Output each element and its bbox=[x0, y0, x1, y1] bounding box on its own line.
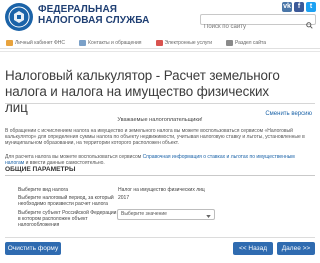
site-name-line1: ФЕДЕРАЛЬНАЯ bbox=[38, 4, 118, 15]
region-label: Выберите субъект Российской Федерации, в… bbox=[18, 210, 118, 228]
nav-item-personal-account[interactable]: Личный кабинет ФНС bbox=[6, 39, 66, 46]
intro-text: В обращении с исчислением налога на имущ… bbox=[5, 128, 305, 146]
greeting-subtitle: Уважаемые налогоплательщики! bbox=[117, 117, 203, 123]
header-divider bbox=[0, 51, 320, 52]
page-title: Налоговый калькулятор - Расчет земельног… bbox=[5, 68, 280, 115]
nav-item-label: Контакты и обращения bbox=[88, 39, 142, 46]
search-icon[interactable] bbox=[306, 16, 313, 34]
site-name-line2: НАЛОГОВАЯ СЛУЖБА bbox=[38, 15, 150, 26]
user-icon bbox=[6, 39, 13, 46]
next-button[interactable]: Далее >> bbox=[277, 242, 315, 255]
social-links: vk f t bbox=[282, 2, 316, 12]
tax-period-value[interactable]: 2017 bbox=[118, 195, 129, 201]
clear-form-button[interactable]: Очистить форму bbox=[5, 242, 61, 255]
chevron-down-icon bbox=[206, 213, 211, 222]
nav-item-label: Личный кабинет ФНС bbox=[15, 39, 66, 46]
back-button[interactable]: << Назад bbox=[233, 242, 273, 255]
facebook-icon[interactable]: f bbox=[294, 2, 304, 12]
title-divider bbox=[5, 103, 315, 104]
vk-icon[interactable]: vk bbox=[282, 2, 292, 12]
nav-item-contacts[interactable]: Контакты и обращения bbox=[79, 39, 142, 46]
mail-icon bbox=[79, 39, 87, 46]
nav-item-label: Электронные услуги bbox=[164, 39, 213, 46]
twitter-icon[interactable]: t bbox=[306, 2, 316, 12]
search-box bbox=[200, 14, 316, 32]
service-icon bbox=[155, 39, 163, 46]
section-title: ОБЩИЕ ПАРАМЕТРЫ bbox=[5, 166, 315, 176]
note-text: Для расчета налога вы можете воспользова… bbox=[5, 154, 315, 166]
region-select[interactable]: Выберите значение bbox=[117, 209, 215, 220]
region-select-value: Выберите значение bbox=[121, 211, 167, 217]
nav-item-region[interactable]: Раздел сайта bbox=[226, 39, 267, 46]
tax-type-label: Выберите вид налога bbox=[18, 187, 69, 193]
form-divider bbox=[5, 237, 315, 238]
search-input[interactable] bbox=[201, 22, 301, 32]
emblem-icon bbox=[8, 6, 30, 28]
nav-item-e-services[interactable]: Электронные услуги bbox=[155, 39, 213, 46]
tax-period-label: Выберите налоговый период, за который не… bbox=[18, 195, 114, 207]
nav-item-label: Раздел сайта bbox=[235, 39, 267, 46]
fns-logo[interactable] bbox=[5, 3, 33, 31]
tax-type-value[interactable]: Налог на имущество физических лиц bbox=[118, 187, 205, 193]
top-nav: Личный кабинет ФНС Контакты и обращения … bbox=[0, 37, 320, 49]
site-name[interactable]: ФЕДЕРАЛЬНАЯ НАЛОГОВАЯ СЛУЖБА bbox=[38, 4, 149, 26]
globe-icon bbox=[226, 39, 234, 46]
